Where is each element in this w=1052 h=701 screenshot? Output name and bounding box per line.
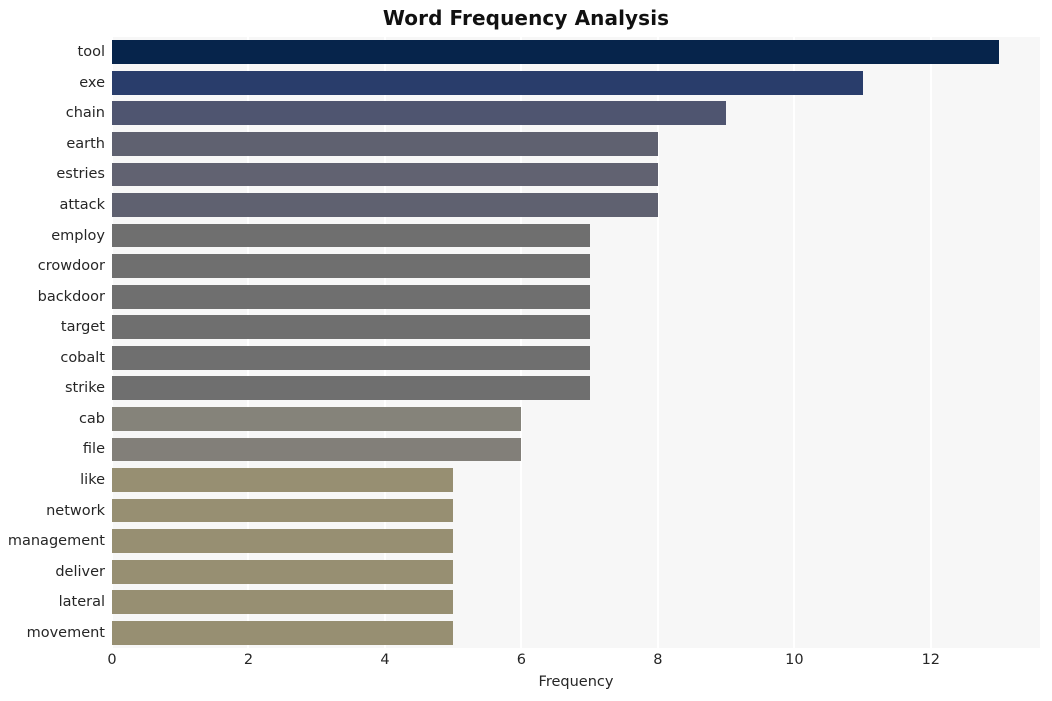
bar-row (112, 159, 1040, 190)
y-axis-tick-label: deliver (55, 563, 105, 580)
y-axis-tick-label: movement (26, 624, 105, 641)
y-axis-tick-label: chain (65, 105, 105, 122)
bar[interactable] (112, 162, 658, 187)
bar-row (112, 617, 1040, 648)
bar[interactable] (112, 437, 522, 462)
chart-container: Word Frequency Analysis tool exe chain eart… (0, 0, 1052, 701)
y-axis-tick-label: network (46, 502, 105, 519)
bar[interactable] (112, 559, 454, 584)
bar-row (112, 526, 1040, 557)
y-axis-tick-label: backdoor (37, 288, 105, 305)
x-axis-tick-label: 0 (107, 652, 117, 668)
x-axis-title: Frequency (538, 674, 614, 690)
bar[interactable] (112, 590, 454, 615)
x-axis-tick-label: 4 (380, 652, 390, 668)
bar[interactable] (112, 70, 863, 95)
x-axis-tick-label: 8 (653, 652, 663, 668)
y-axis-tick-label: tool (77, 44, 105, 61)
y-axis-tick-label: cobalt (60, 349, 105, 366)
bar[interactable] (112, 40, 1000, 65)
x-axis-tick-label: 2 (243, 652, 254, 668)
y-axis-tick-label: strike (64, 380, 105, 397)
bar[interactable] (112, 345, 590, 370)
bar-row (112, 220, 1040, 251)
bar-row (112, 434, 1040, 465)
bar[interactable] (112, 193, 658, 217)
chart-title: Word Frequency Analysis (382, 6, 670, 30)
y-axis-tick-label: like (80, 471, 105, 488)
bar-row (112, 251, 1040, 282)
plot-area (112, 37, 1040, 648)
y-axis-tick-label: management (7, 533, 105, 550)
y-axis-tick-label: earth (66, 135, 105, 152)
bar-row (112, 312, 1040, 343)
bar-row (112, 587, 1040, 618)
y-axis-tick-label: file (82, 441, 105, 458)
bar[interactable] (112, 620, 454, 645)
bar[interactable] (112, 223, 590, 248)
y-axis-tick-label: employ (51, 227, 105, 244)
bar[interactable] (112, 376, 590, 401)
bar-row (112, 495, 1040, 526)
bar-row (112, 343, 1040, 374)
y-axis-tick-label: estries (56, 166, 105, 183)
y-axis-tick-label: crowdoor (37, 258, 105, 275)
bar[interactable] (112, 406, 522, 431)
y-axis-tick-label: exe (79, 74, 105, 91)
y-axis-tick-label: cab (78, 410, 105, 427)
bar-row (112, 68, 1040, 99)
bar[interactable] (112, 254, 590, 279)
y-axis-tick-label: attack (59, 197, 105, 214)
bar[interactable] (112, 101, 727, 126)
bar[interactable] (112, 468, 454, 492)
bar[interactable] (112, 132, 658, 156)
bar[interactable] (112, 529, 454, 553)
x-axis-tick-label: 10 (785, 652, 804, 668)
bar[interactable] (112, 315, 590, 340)
y-axis-tick-label: target (60, 319, 105, 336)
bar-row (112, 556, 1040, 587)
y-axis-tick-label: lateral (58, 594, 105, 611)
y-axis-tick-labels: tool exe chain earth estries attack employ crow… (0, 37, 105, 648)
bar[interactable] (112, 498, 454, 523)
bar-row (112, 465, 1040, 496)
bar-row (112, 129, 1040, 160)
x-axis-tick-label: 12 (921, 652, 941, 668)
bar-row (112, 98, 1040, 129)
bar-row (112, 37, 1040, 68)
x-axis-tick-labels: 0 2 4 6 8 10 12 (0, 652, 1052, 676)
x-axis-tick-label: 6 (516, 652, 527, 668)
bar[interactable] (112, 284, 590, 309)
bar-row (112, 373, 1040, 404)
bar-row (112, 404, 1040, 435)
bar-row (112, 281, 1040, 312)
bar-row (112, 190, 1040, 221)
